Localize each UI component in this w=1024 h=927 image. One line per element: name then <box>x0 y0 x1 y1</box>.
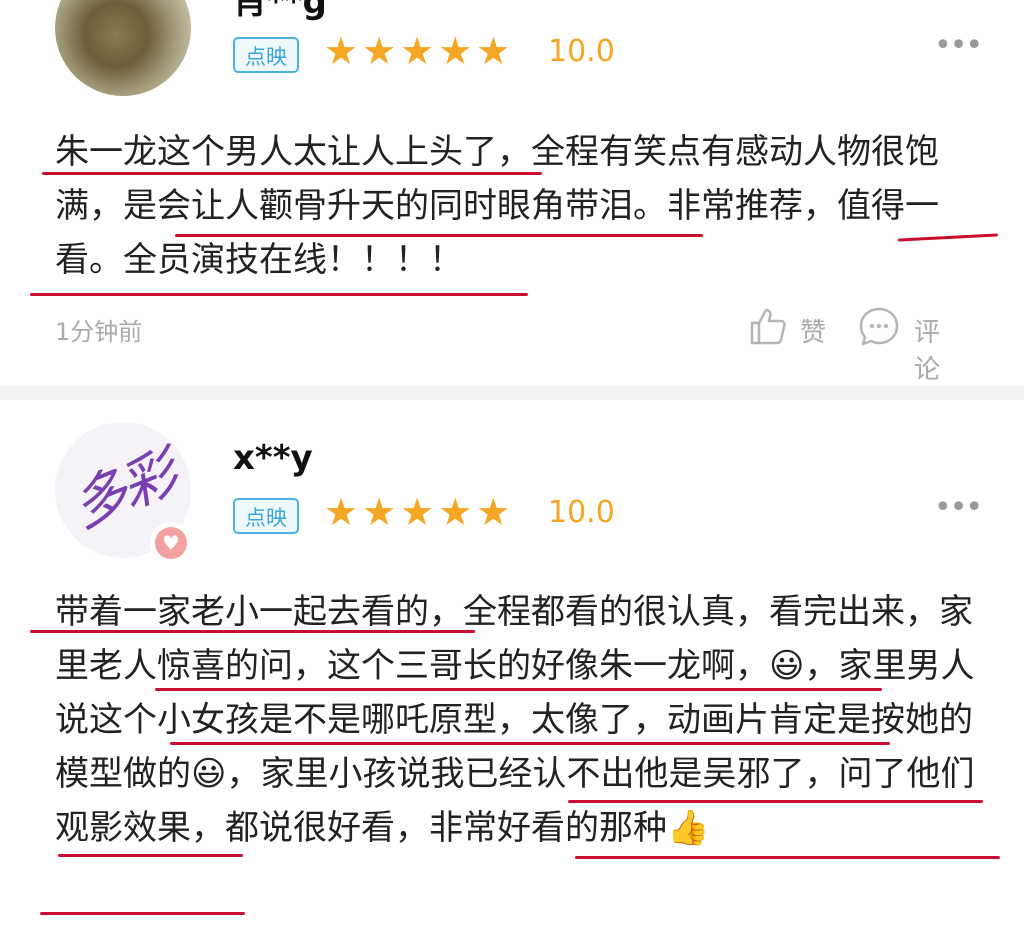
username[interactable]: 肖**g <box>233 0 327 23</box>
annotation-underline <box>30 630 475 633</box>
comment-icon <box>859 307 899 346</box>
rating-stars: ★★★★★ <box>324 490 515 534</box>
heart-badge-icon: ♥ <box>150 522 192 564</box>
review-text: 带着一家老小一起去看的，全程都看的很认真，看完出来，家里老人惊喜的问，这个三哥长… <box>55 592 975 848</box>
annotation-underline <box>170 742 890 745</box>
annotation-underline <box>30 293 528 296</box>
source-badge: 点映 <box>233 37 299 73</box>
more-icon[interactable]: ••• <box>934 490 983 525</box>
annotation-underline <box>42 172 542 175</box>
source-badge: 点映 <box>233 498 299 534</box>
review-card: 肖**g 点映 ★★★★★ 10.0 ••• 朱一龙这个男人太让人上头了，全程有… <box>0 0 1024 386</box>
rating-score: 10.0 <box>548 495 615 530</box>
annotation-underline <box>155 688 882 691</box>
annotation-underline <box>175 234 703 237</box>
annotation-underline <box>575 856 1000 859</box>
annotation-underline <box>568 800 983 803</box>
more-icon[interactable]: ••• <box>934 28 983 63</box>
avatar[interactable] <box>55 0 191 96</box>
thumbs-up-icon <box>750 308 786 345</box>
comment-label: 评论 <box>914 318 941 385</box>
rating-score: 10.0 <box>548 34 615 69</box>
username[interactable]: x**y <box>233 438 313 478</box>
divider <box>0 386 1024 400</box>
timestamp: 1分钟前 <box>55 318 143 346</box>
annotation-underline <box>58 854 243 857</box>
like-label: 赞 <box>800 318 827 348</box>
review-card: 多彩 ♥ x**y 点映 ★★★★★ 10.0 ••• 带着一家老小一起去看的，… <box>0 400 1024 927</box>
review-text: 朱一龙这个男人太让人上头了，全程有笑点有感动人物很饱满，是会让人颧骨升天的同时眼… <box>55 132 939 280</box>
annotation-underline <box>40 912 245 915</box>
rating-stars: ★★★★★ <box>324 29 515 73</box>
